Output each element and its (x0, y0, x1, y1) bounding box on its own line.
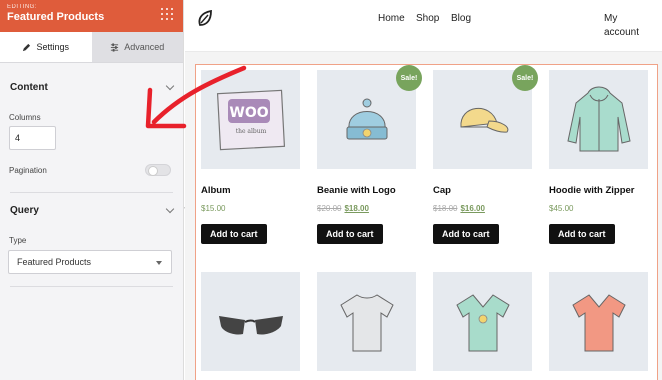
app-root: EDITING: Featured Products Settings Adva… (0, 0, 662, 380)
annotation-arrow-icon (145, 65, 247, 129)
